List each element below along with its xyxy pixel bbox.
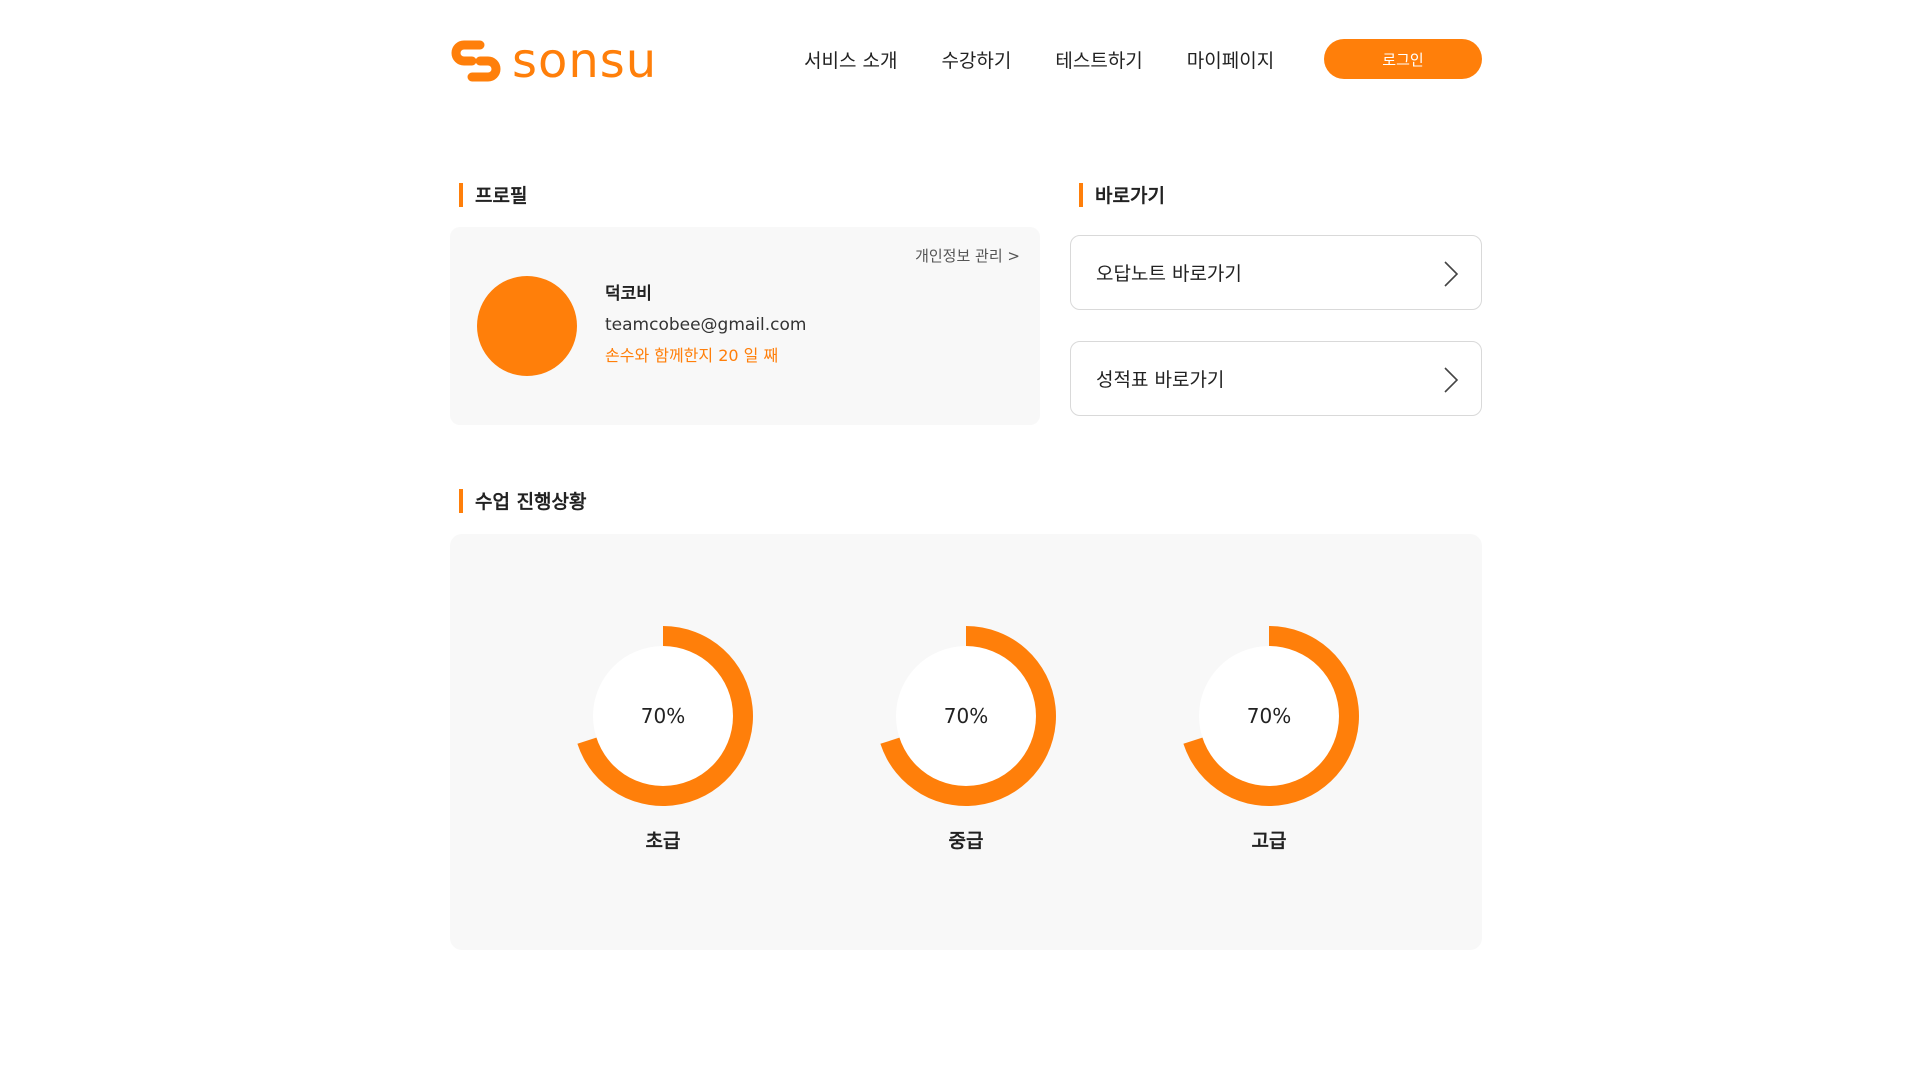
title-accent-bar (459, 488, 463, 513)
logo-text: sonsu (512, 33, 658, 89)
report-card-shortcut[interactable]: 성적표 바로가기 (1070, 341, 1482, 416)
profile-days-together: 손수와 함께한지 20 일 째 (605, 346, 779, 365)
shortcut-label: 성적표 바로가기 (1096, 369, 1225, 391)
profile-section-title: 프로필 (459, 181, 527, 208)
nav-courses[interactable]: 수강하기 (941, 46, 1011, 76)
chevron-right-icon: > (1007, 247, 1020, 265)
profile-title-text: 프로필 (475, 185, 528, 207)
profile-card: 개인정보 관리 > 덕코비 teamcobee@gmail.com 손수와 함께… (450, 227, 1040, 425)
nav-service-intro[interactable]: 서비스 소개 (804, 46, 897, 76)
nav-tests[interactable]: 테스트하기 (1055, 46, 1142, 76)
privacy-settings-link[interactable]: 개인정보 관리 > (915, 245, 1020, 266)
main-nav: 서비스 소개 수강하기 테스트하기 마이페이지 (804, 46, 1274, 76)
title-accent-bar (1079, 182, 1083, 207)
profile-email: teamcobee@gmail.com (605, 315, 807, 335)
shortcuts-section-title: 바로가기 (1079, 181, 1165, 208)
level-label: 고급 (1251, 830, 1287, 852)
shortcuts-title-text: 바로가기 (1095, 185, 1165, 207)
progress-section-title: 수업 진행상황 (459, 487, 587, 514)
level-label: 중급 (948, 830, 984, 852)
profile-name: 덕코비 (605, 284, 652, 304)
progress-percent: 70% (640, 704, 686, 728)
privacy-link-label: 개인정보 관리 (915, 247, 1003, 265)
avatar (477, 276, 577, 376)
nav-mypage[interactable]: 마이페이지 (1187, 46, 1274, 76)
chevron-right-icon (1444, 367, 1459, 393)
profile-info: 덕코비 teamcobee@gmail.com 손수와 함께한지 20 일 째 (605, 282, 807, 368)
progress-title-text: 수업 진행상황 (475, 491, 587, 513)
progress-percent: 70% (1246, 704, 1292, 728)
progress-ring-advanced: 70% 고급 (1179, 626, 1359, 853)
header: sonsu 서비스 소개 수강하기 테스트하기 마이페이지 로그인 (450, 34, 1482, 88)
chevron-right-icon (1444, 261, 1459, 287)
wrong-answer-note-shortcut[interactable]: 오답노트 바로가기 (1070, 235, 1482, 310)
progress-panel: 70% 초급 70% 중급 70% 고급 (450, 534, 1482, 950)
login-button[interactable]: 로그인 (1324, 39, 1482, 79)
progress-percent: 70% (943, 704, 989, 728)
progress-ring-intermediate: 70% 중급 (876, 626, 1056, 853)
shortcut-label: 오답노트 바로가기 (1096, 263, 1242, 285)
level-label: 초급 (645, 830, 681, 852)
sonsu-logo-icon (451, 40, 501, 82)
logo[interactable]: sonsu (450, 34, 657, 88)
title-accent-bar (459, 182, 463, 207)
progress-ring-beginner: 70% 초급 (573, 626, 753, 853)
